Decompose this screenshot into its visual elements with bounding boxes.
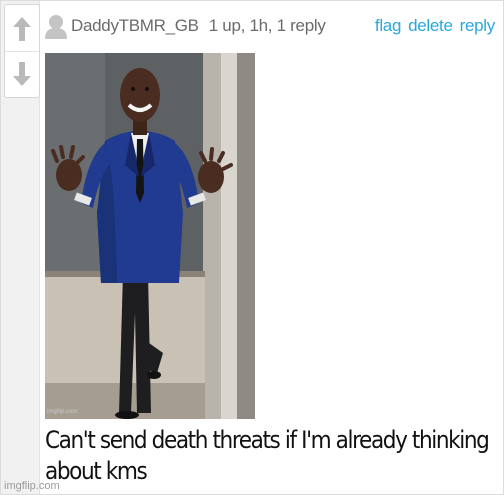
comment-card: DaddyTBMR_GB 1 up, 1h, 1 reply flag dele… — [0, 0, 504, 495]
downvote-button[interactable] — [5, 52, 39, 96]
delete-link[interactable]: delete — [408, 16, 453, 36]
comment-header: DaddyTBMR_GB 1 up, 1h, 1 reply flag dele… — [45, 13, 495, 39]
comment-text: Can't send death threats if I'm already … — [45, 426, 490, 485]
user-avatar-icon[interactable] — [45, 13, 67, 39]
vote-column — [1, 1, 40, 494]
site-watermark: imgflip.com — [4, 480, 60, 492]
comment-meta: 1 up, 1h, 1 reply — [208, 16, 326, 35]
arrow-up-icon — [13, 17, 31, 41]
meme-image[interactable]: imgflip.com — [45, 53, 255, 419]
vote-box — [4, 4, 40, 98]
arrow-down-icon — [13, 62, 31, 86]
flag-link[interactable]: flag — [375, 16, 402, 36]
comment-actions: flag delete reply — [375, 16, 495, 36]
reply-link[interactable]: reply — [460, 16, 496, 36]
meme-watermark: imgflip.com — [47, 409, 78, 415]
meme-illustration — [45, 53, 255, 419]
upvote-button[interactable] — [5, 7, 39, 52]
username-link[interactable]: DaddyTBMR_GB — [71, 16, 199, 36]
